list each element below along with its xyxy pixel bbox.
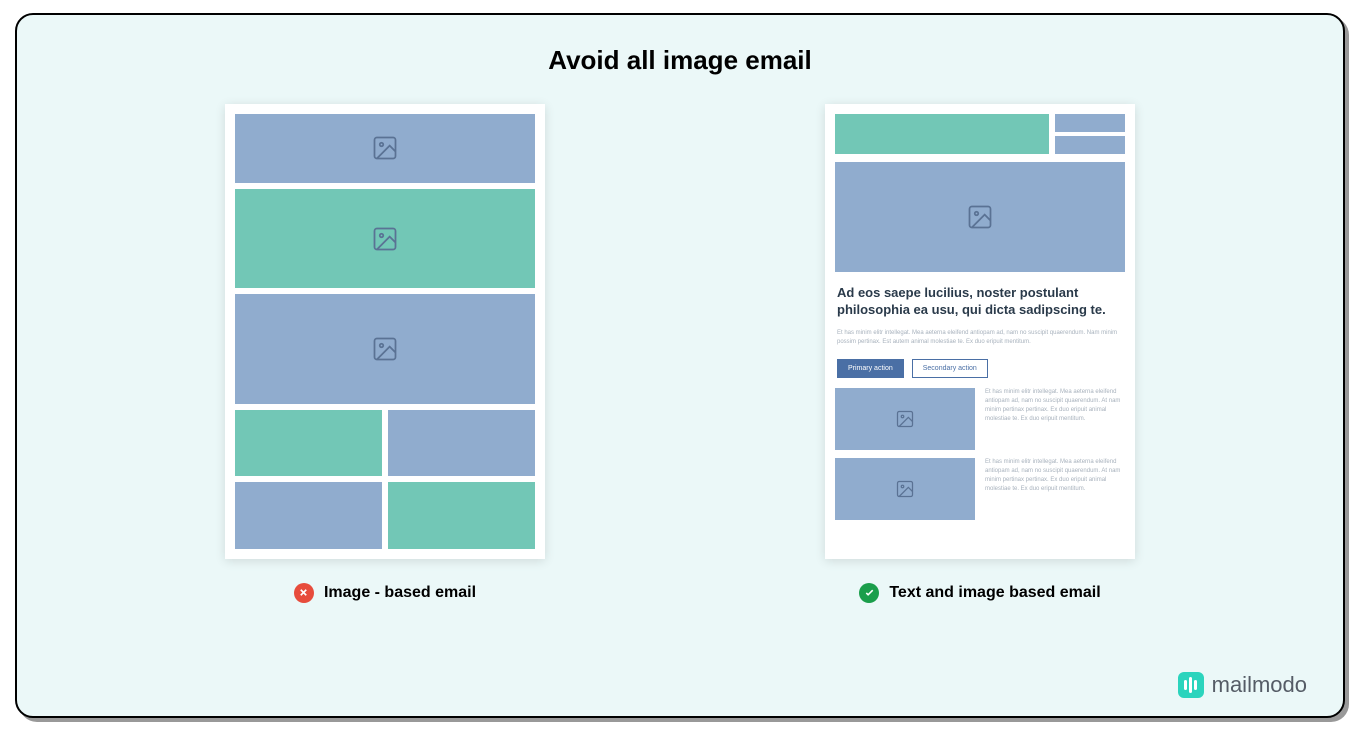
column-good-example: Ad eos saepe lucilius, noster postulant … bbox=[825, 104, 1135, 603]
image-block bbox=[235, 114, 535, 184]
image-icon bbox=[895, 479, 915, 499]
image-grid bbox=[235, 410, 535, 549]
mock-heading: Ad eos saepe lucilius, noster postulant … bbox=[835, 280, 1125, 319]
media-text: Et has minim elitr intellegat. Mea aeter… bbox=[985, 388, 1125, 450]
media-image bbox=[835, 388, 975, 450]
button-row: Primary action Secondary action bbox=[835, 357, 1125, 380]
image-icon bbox=[966, 203, 994, 231]
secondary-button: Secondary action bbox=[912, 359, 988, 378]
caption-text: Image - based email bbox=[324, 584, 476, 602]
header-block bbox=[835, 114, 1049, 154]
media-image bbox=[835, 458, 975, 520]
brand-logo-wrap: mailmodo bbox=[1178, 672, 1307, 698]
image-block bbox=[235, 294, 535, 403]
mockup-text-image: Ad eos saepe lucilius, noster postulant … bbox=[825, 104, 1135, 559]
comparison-columns: Image - based email Ad eos saepe luciliu… bbox=[57, 104, 1303, 603]
header-row bbox=[835, 114, 1125, 154]
brand-name: mailmodo bbox=[1212, 672, 1307, 698]
media-row: Et has minim elitr intellegat. Mea aeter… bbox=[835, 388, 1125, 450]
mock-paragraph: Et has minim elitr intellegat. Mea aeter… bbox=[835, 327, 1125, 349]
caption-good: Text and image based email bbox=[859, 583, 1100, 603]
mockup-image-only bbox=[225, 104, 545, 559]
brand-mark-icon bbox=[1178, 672, 1204, 698]
hero-image bbox=[835, 162, 1125, 272]
infographic-card: Avoid all image email bbox=[15, 13, 1345, 718]
image-icon bbox=[371, 134, 399, 162]
media-text: Et has minim elitr intellegat. Mea aeter… bbox=[985, 458, 1125, 520]
caption-bad: Image - based email bbox=[294, 583, 476, 603]
image-block bbox=[235, 189, 535, 288]
check-icon bbox=[859, 583, 879, 603]
cross-icon bbox=[294, 583, 314, 603]
header-small-block bbox=[1055, 114, 1125, 132]
image-block bbox=[388, 482, 535, 549]
header-side bbox=[1055, 114, 1125, 154]
media-row: Et has minim elitr intellegat. Mea aeter… bbox=[835, 458, 1125, 520]
image-block bbox=[235, 410, 382, 477]
image-block bbox=[235, 482, 382, 549]
header-small-block bbox=[1055, 136, 1125, 154]
column-bad-example: Image - based email bbox=[225, 104, 545, 603]
image-icon bbox=[371, 225, 399, 253]
caption-text: Text and image based email bbox=[889, 584, 1100, 602]
image-icon bbox=[895, 409, 915, 429]
image-block bbox=[388, 410, 535, 477]
page-title: Avoid all image email bbox=[57, 45, 1303, 76]
image-icon bbox=[371, 335, 399, 363]
primary-button: Primary action bbox=[837, 359, 904, 378]
